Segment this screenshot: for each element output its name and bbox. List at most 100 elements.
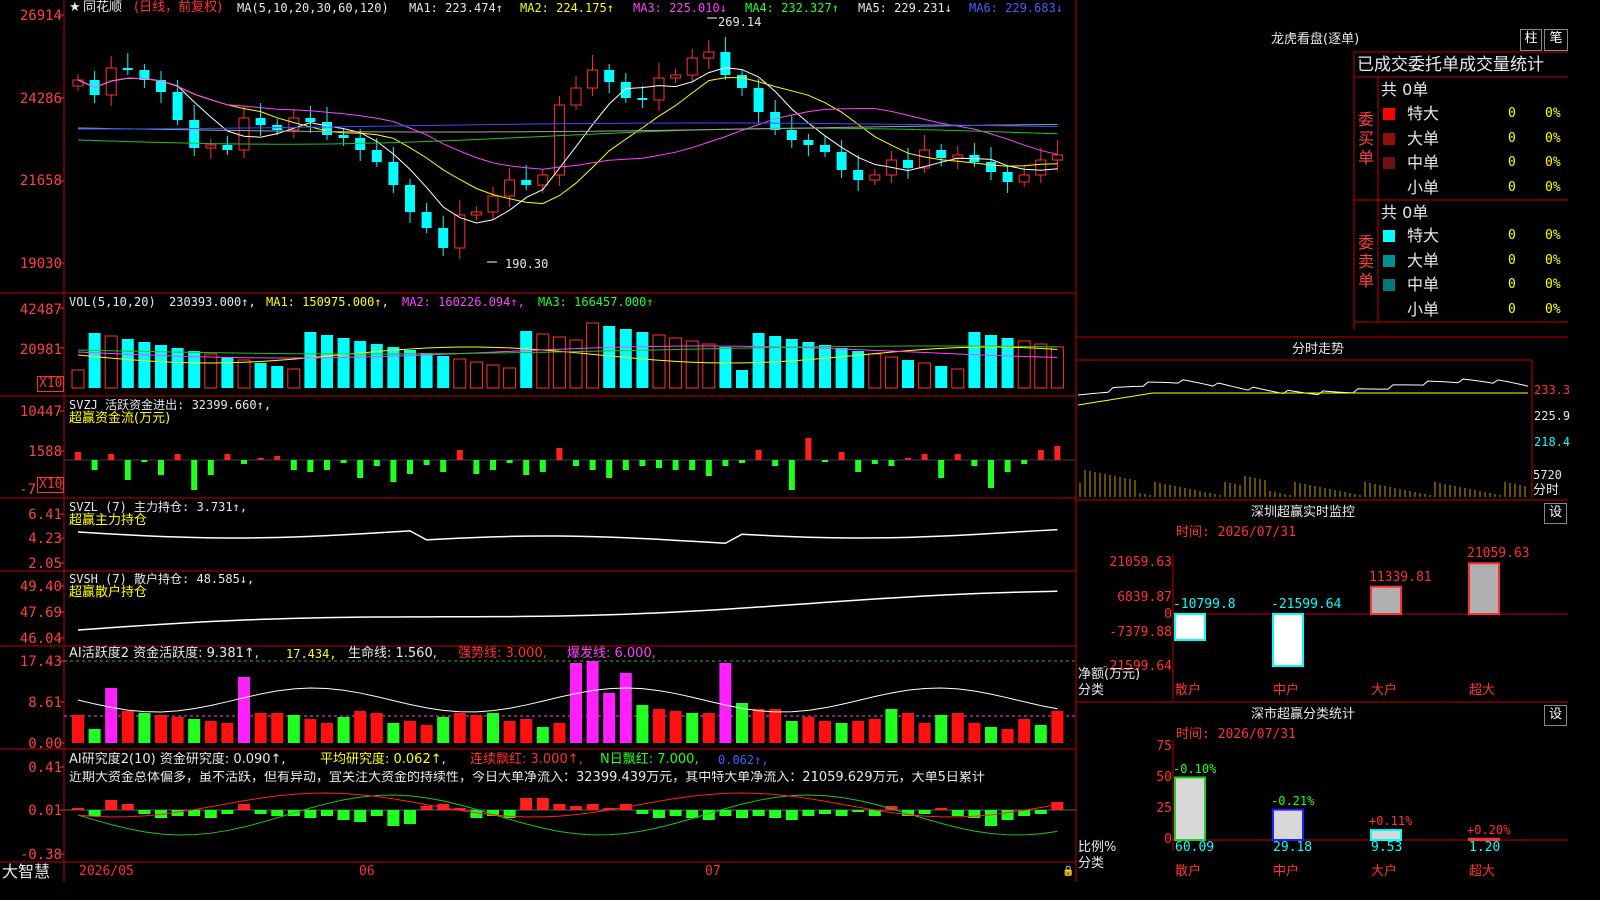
volume-bar <box>868 353 882 389</box>
fund-flow-bar <box>141 460 148 462</box>
research-bar <box>736 810 748 818</box>
candle-down <box>421 212 432 228</box>
candle-down <box>753 88 764 112</box>
classify-axis-label: 25 <box>1156 801 1172 816</box>
category-label: 大户 <box>1371 683 1398 698</box>
adjust-mode[interactable]: (日线，前复权) <box>134 1 222 15</box>
air-n-day-red: N日飘红: 7.000, <box>600 752 699 767</box>
ratio-change: -0.10% <box>1173 761 1217 776</box>
volume-bar <box>387 347 400 388</box>
candle-down <box>803 140 814 145</box>
activity-bar <box>702 713 715 743</box>
fund-flow-bar <box>440 460 447 472</box>
activity-bar <box>769 709 782 743</box>
candle-down <box>355 138 366 150</box>
ratio-change: -0.21% <box>1271 793 1315 808</box>
ma3-value: MA3: 225.010↓ <box>633 1 727 15</box>
net-flow-bar <box>1272 613 1304 667</box>
research-bar <box>835 810 848 816</box>
sell-row-pct: 0% <box>1545 252 1561 268</box>
candle-down <box>172 92 183 120</box>
main-chart-canvas[interactable] <box>0 0 1568 882</box>
volume-bar <box>88 333 101 388</box>
ma4-value: MA4: 232.327↑ <box>745 1 839 15</box>
pen-view-button[interactable]: 笔 <box>1544 29 1568 51</box>
volume-bar <box>652 334 666 389</box>
longhu-subtitle: 已成交委托单成交量统计 <box>1357 55 1544 75</box>
research-bar <box>354 810 367 822</box>
volume-bar <box>552 336 566 389</box>
candle-down <box>305 118 316 122</box>
ai2-axis-label: 8.61 <box>28 695 62 711</box>
activity-bar <box>653 709 665 743</box>
net-flow-value: -21599.64 <box>1271 597 1342 612</box>
volume-bar <box>852 351 865 388</box>
fund-flow-bar <box>191 460 198 490</box>
svzl-axis-label: 4.23 <box>28 531 62 547</box>
fund-flow-bar <box>656 460 662 468</box>
candle-up <box>72 79 84 87</box>
volume-bar <box>619 329 632 388</box>
activity-bar <box>171 717 184 743</box>
candle-down <box>903 160 913 168</box>
fund-flow-bar <box>506 460 513 463</box>
volume-bar <box>1050 346 1064 389</box>
activity-bar <box>503 721 516 743</box>
activity-bar <box>951 713 964 743</box>
longhu-title: 龙虎看盘(逐单) <box>1271 32 1360 47</box>
vol-ma3: MA3: 166457.000↑ <box>538 295 654 309</box>
candle-down <box>820 145 830 152</box>
fund-flow-bar <box>755 450 762 460</box>
buy-row-count: 0 <box>1508 179 1516 195</box>
classify-settings-button[interactable]: 设 <box>1544 705 1567 726</box>
fund-flow-bar <box>307 460 314 472</box>
candle-down <box>371 150 382 162</box>
candle-up <box>1018 174 1030 183</box>
volume-bar <box>636 332 649 388</box>
classify-title: 深市超赢分类统计 <box>1251 707 1356 722</box>
svzj-axis-label: -7 <box>19 482 36 498</box>
category-label: 散户 <box>1175 683 1202 698</box>
activity-bar <box>1051 711 1064 743</box>
activity-bar <box>785 721 798 743</box>
activity-bar <box>968 723 981 743</box>
research-bar <box>337 810 350 820</box>
lock-icon[interactable]: 🔒 <box>1062 865 1074 879</box>
air-axis-label: 0.01 <box>28 803 62 819</box>
research-bar <box>404 810 416 824</box>
fund-flow-bar <box>108 454 115 460</box>
activity-bar <box>155 715 167 743</box>
favorite-star-icon[interactable]: ★ <box>69 1 81 15</box>
ai2-axis-label: 0.00 <box>28 736 62 752</box>
activity-bar <box>321 723 333 743</box>
candle-down <box>936 150 947 158</box>
volume-bar <box>171 348 184 388</box>
volume-bar <box>951 368 965 389</box>
fund-flow-bar <box>556 448 563 460</box>
activity-bar <box>802 717 815 743</box>
bar-view-button[interactable]: 柱 <box>1520 29 1542 51</box>
candle-up <box>1051 154 1063 161</box>
candle-down <box>338 135 349 138</box>
fund-flow-bar <box>988 460 994 488</box>
category-label: 大户 <box>1371 864 1398 879</box>
research-bar <box>752 810 765 816</box>
volume-bar <box>935 366 948 388</box>
buy-row-swatch <box>1383 108 1395 120</box>
fund-flow-bar <box>954 454 961 460</box>
volume-bar <box>138 342 151 388</box>
activity-bar <box>370 713 383 743</box>
candle-down <box>438 228 449 248</box>
activity-bar <box>204 721 217 743</box>
activity-bar <box>354 711 367 743</box>
ratio-change: +0.11% <box>1369 814 1413 829</box>
net-flow-bar <box>1370 585 1402 616</box>
monitor-settings-button[interactable]: 设 <box>1544 503 1567 524</box>
fund-flow-bar <box>672 460 679 470</box>
candle-up <box>205 144 217 149</box>
monitor-xlabel: 分类 <box>1078 683 1105 698</box>
monitor-axis-label: -7379.88 <box>1109 625 1172 640</box>
volume-bar <box>354 341 367 388</box>
ratio-bar <box>1174 776 1206 842</box>
activity-bar <box>536 727 549 743</box>
